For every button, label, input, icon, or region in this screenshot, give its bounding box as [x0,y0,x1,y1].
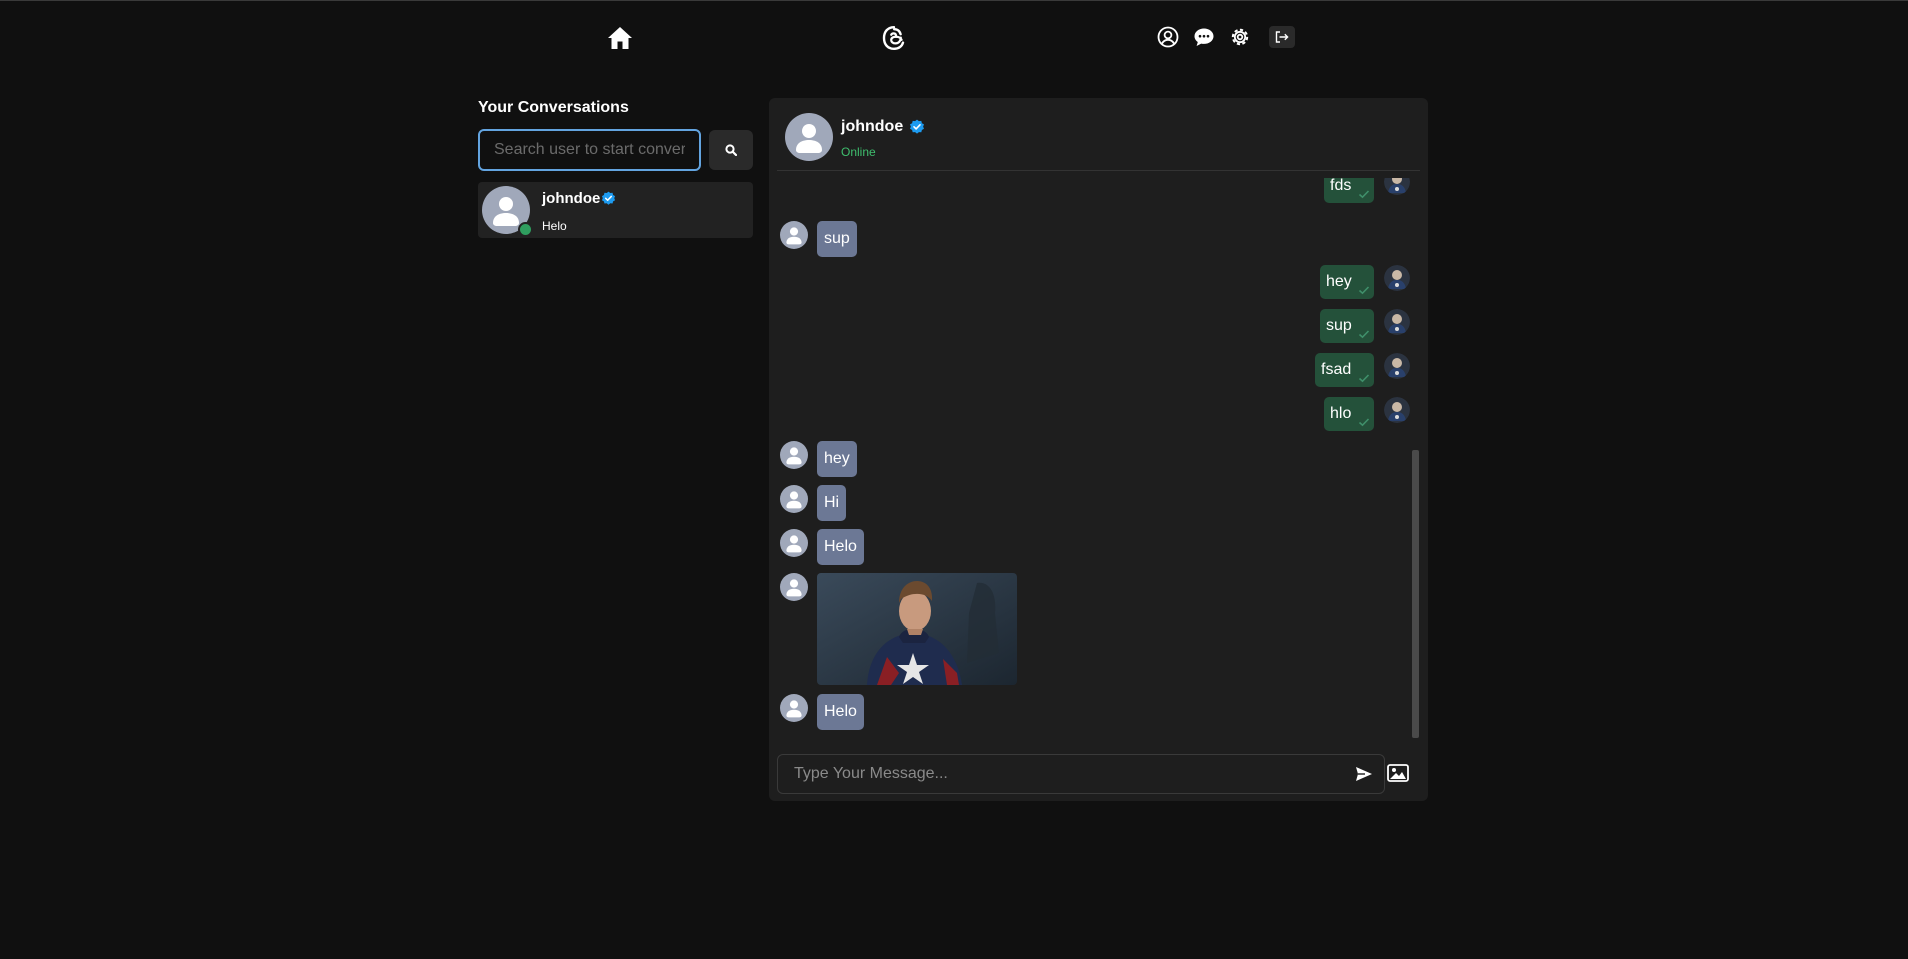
sidebar-title: Your Conversations [478,99,629,116]
seen-check-icon [1358,285,1370,295]
message-bubble: Hi [817,485,847,521]
verified-badge-icon [909,119,925,135]
message-bubble: Helo [817,529,864,565]
logout-icon[interactable] [1269,26,1295,48]
my-avatar [1384,265,1410,291]
my-avatar [1384,397,1410,423]
seen-check-icon [1358,373,1370,383]
avatar [780,529,808,557]
message-text: fsad [1321,361,1352,378]
message-bubble: Helo [817,694,864,730]
search-input[interactable] [478,129,701,171]
message-image[interactable] [817,573,1017,685]
chat-header: johndoe Online [769,98,1428,171]
avatar [780,485,808,513]
avatar [780,221,808,249]
message-text: sup [1326,317,1352,334]
my-avatar [1384,178,1410,195]
send-icon[interactable] [1354,765,1374,783]
message-bubble: sup [1320,309,1374,343]
message-text: fds [1330,178,1352,194]
online-indicator [518,222,533,237]
home-icon[interactable] [607,26,633,50]
settings-icon[interactable] [1229,26,1251,48]
chat-status: Online [841,145,876,159]
message-list[interactable]: fds sup hey sup fsad hlo hey Hi Helo Hel… [769,178,1428,738]
message-bubble: hlo [1324,397,1374,431]
message-input[interactable] [778,755,1338,793]
top-nav [0,1,1908,76]
message-bubble: fsad [1315,353,1374,387]
message-bubble: sup [817,221,857,257]
divider [777,170,1420,171]
seen-check-icon [1358,329,1370,339]
chat-username: johndoe [841,118,904,135]
search-row [478,129,753,171]
my-avatar [1384,309,1410,335]
avatar [780,441,808,469]
conversation-username: johndoe [542,190,601,207]
search-button[interactable] [709,130,753,170]
profile-icon[interactable] [1157,26,1179,48]
nav-actions [1157,26,1295,48]
avatar [780,694,808,722]
chat-icon[interactable] [1193,26,1215,48]
image-upload-icon[interactable] [1386,762,1410,784]
conversations-sidebar: Your Conversations johndoe [478,99,753,238]
message-text: hlo [1330,405,1352,422]
message-bubble: hey [1320,265,1374,299]
search-icon [725,144,737,156]
verified-badge-icon [601,191,616,206]
message-bubble: hey [817,441,857,477]
message-text: hey [1326,273,1352,290]
threads-logo-icon[interactable] [881,25,907,51]
chat-avatar [785,113,833,161]
message-bubble: fds [1324,178,1374,203]
chat-panel: johndoe Online fds sup hey sup fsad hlo … [769,98,1428,801]
my-avatar [1384,353,1410,379]
seen-check-icon [1358,417,1370,427]
seen-check-icon [1358,189,1370,199]
message-composer [777,754,1385,794]
conversation-last-message: Helo [542,219,567,233]
conversation-item[interactable]: johndoe Helo [478,182,753,238]
avatar [780,573,808,601]
scrollbar[interactable] [1412,450,1419,738]
